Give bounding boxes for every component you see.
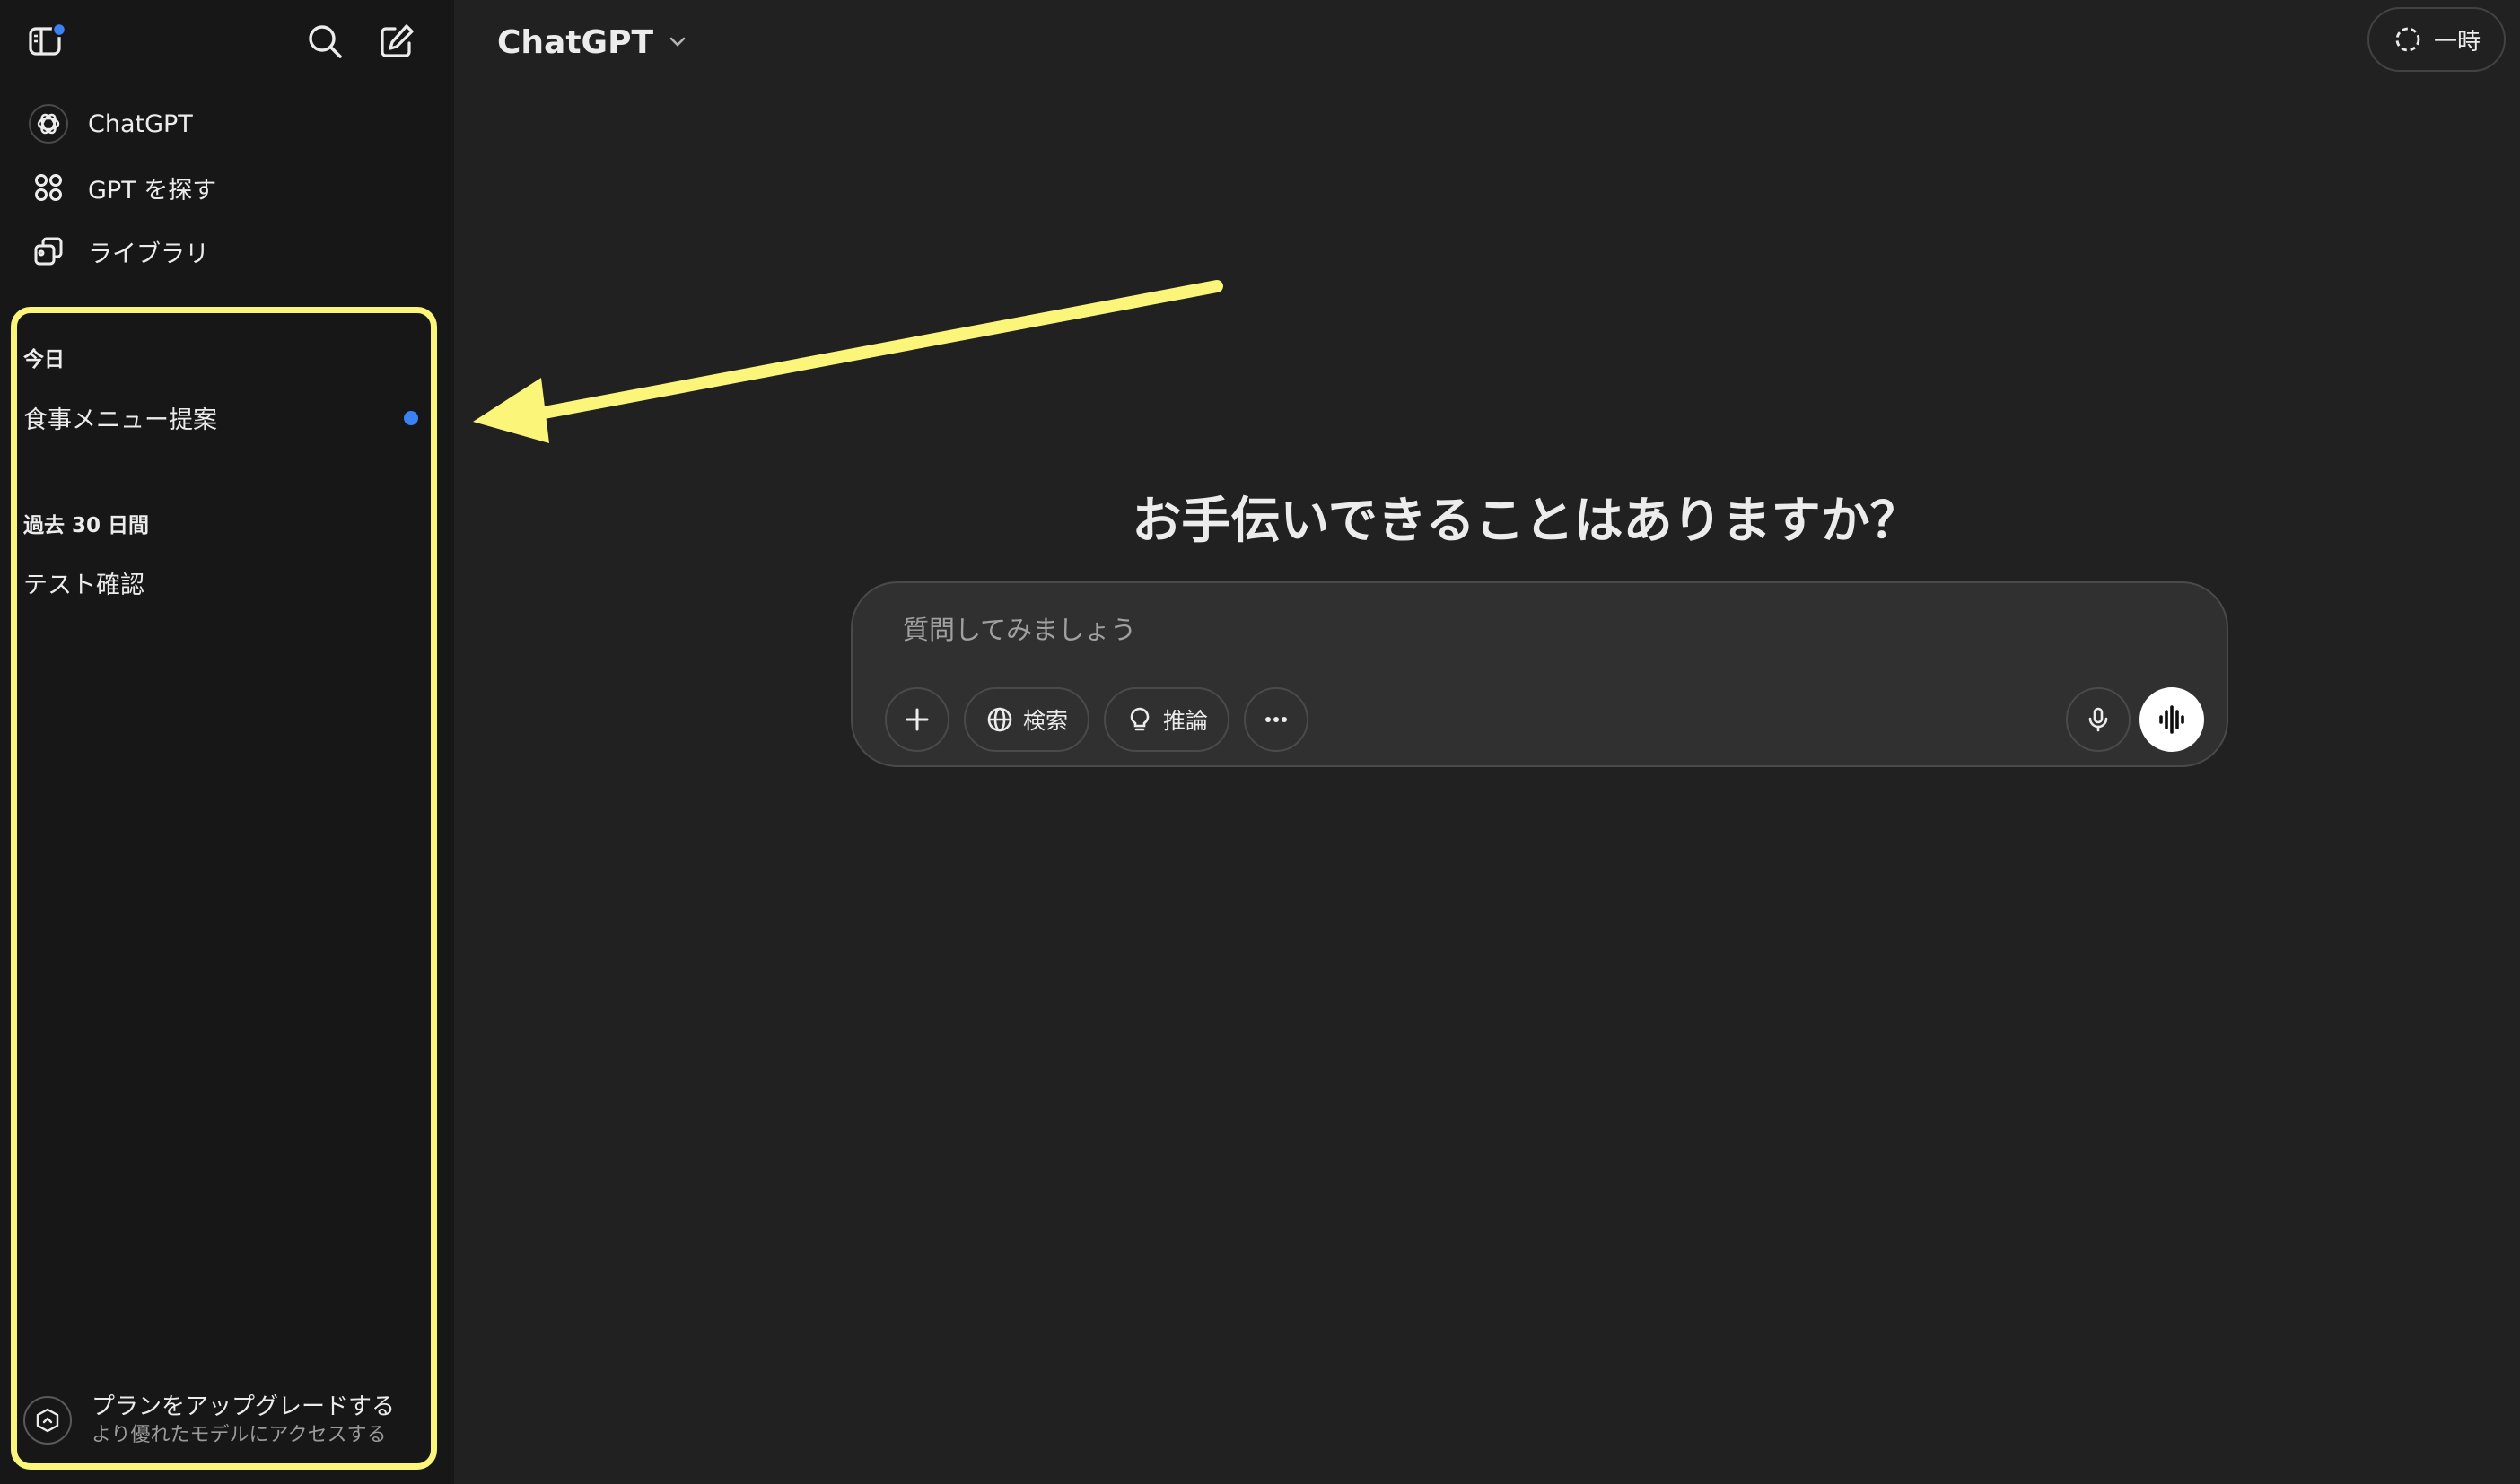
globe-icon <box>987 707 1012 732</box>
chatgpt-logo-icon <box>23 99 74 149</box>
attach-button[interactable] <box>885 687 949 752</box>
nav-label: GPT を探す <box>88 176 217 205</box>
microphone-icon <box>2088 707 2108 732</box>
nav-chatgpt[interactable]: ChatGPT <box>20 95 433 153</box>
sidebar: ChatGPT GPT を探す ライブラリ 今日 食事メニュー提案 過去 30 … <box>0 0 454 1484</box>
section-title-past-30-days: 過去 30 日間 <box>23 514 150 537</box>
temporary-chat-icon <box>2395 27 2420 52</box>
model-name: ChatGPT <box>497 23 654 61</box>
model-selector[interactable]: ChatGPT <box>497 20 691 65</box>
section-title-today: 今日 <box>23 348 65 371</box>
chevron-down-icon <box>669 37 686 47</box>
more-horizontal-icon <box>1265 717 1287 722</box>
voice-waveform-icon <box>2159 705 2184 734</box>
dictate-button[interactable] <box>2066 687 2131 752</box>
nav-label: ライブラリ <box>88 240 209 268</box>
search-toggle-button[interactable]: 検索 <box>964 687 1089 752</box>
welcome-headline: お手伝いできることはありますか？ <box>1132 492 1920 549</box>
search-button[interactable] <box>300 16 350 66</box>
nav-label: ChatGPT <box>88 109 193 138</box>
lightbulb-icon <box>1130 707 1150 731</box>
upgrade-plan-button[interactable]: プランをアップグレードする より優れたモデルにアクセスする <box>23 1389 418 1452</box>
toggle-sidebar-button[interactable] <box>20 16 70 66</box>
search-icon <box>309 25 342 58</box>
plus-icon <box>906 708 929 731</box>
grid-icon <box>23 162 74 213</box>
nav-library[interactable]: ライブラリ <box>20 223 433 280</box>
reason-toggle-label: 推論 <box>1162 708 1208 734</box>
new-chat-button[interactable] <box>372 16 422 66</box>
highlight-box <box>11 307 437 1470</box>
chat-item[interactable]: テスト確認 <box>23 565 418 600</box>
prompt-input[interactable] <box>901 605 2071 655</box>
more-tools-button[interactable] <box>1244 687 1308 752</box>
voice-mode-button[interactable] <box>2139 687 2204 752</box>
chat-item[interactable]: 食事メニュー提案 <box>23 400 418 435</box>
library-icon <box>23 226 74 276</box>
temporary-label: 一時 <box>2433 28 2481 56</box>
upgrade-icon <box>23 1396 72 1445</box>
upgrade-subtitle: より優れたモデルにアクセスする <box>92 1424 387 1446</box>
reason-toggle-button[interactable]: 推論 <box>1104 687 1229 752</box>
upgrade-title: プランをアップグレードする <box>92 1393 396 1420</box>
nav-explore-gpts[interactable]: GPT を探す <box>20 159 433 216</box>
sidebar-toggle-icon <box>29 22 65 56</box>
unread-indicator <box>404 411 418 425</box>
temporary-chat-button[interactable]: 一時 <box>2367 7 2506 72</box>
composer: 検索 推論 <box>851 581 2228 767</box>
search-toggle-label: 検索 <box>1022 708 1068 734</box>
new-chat-icon <box>381 24 414 57</box>
